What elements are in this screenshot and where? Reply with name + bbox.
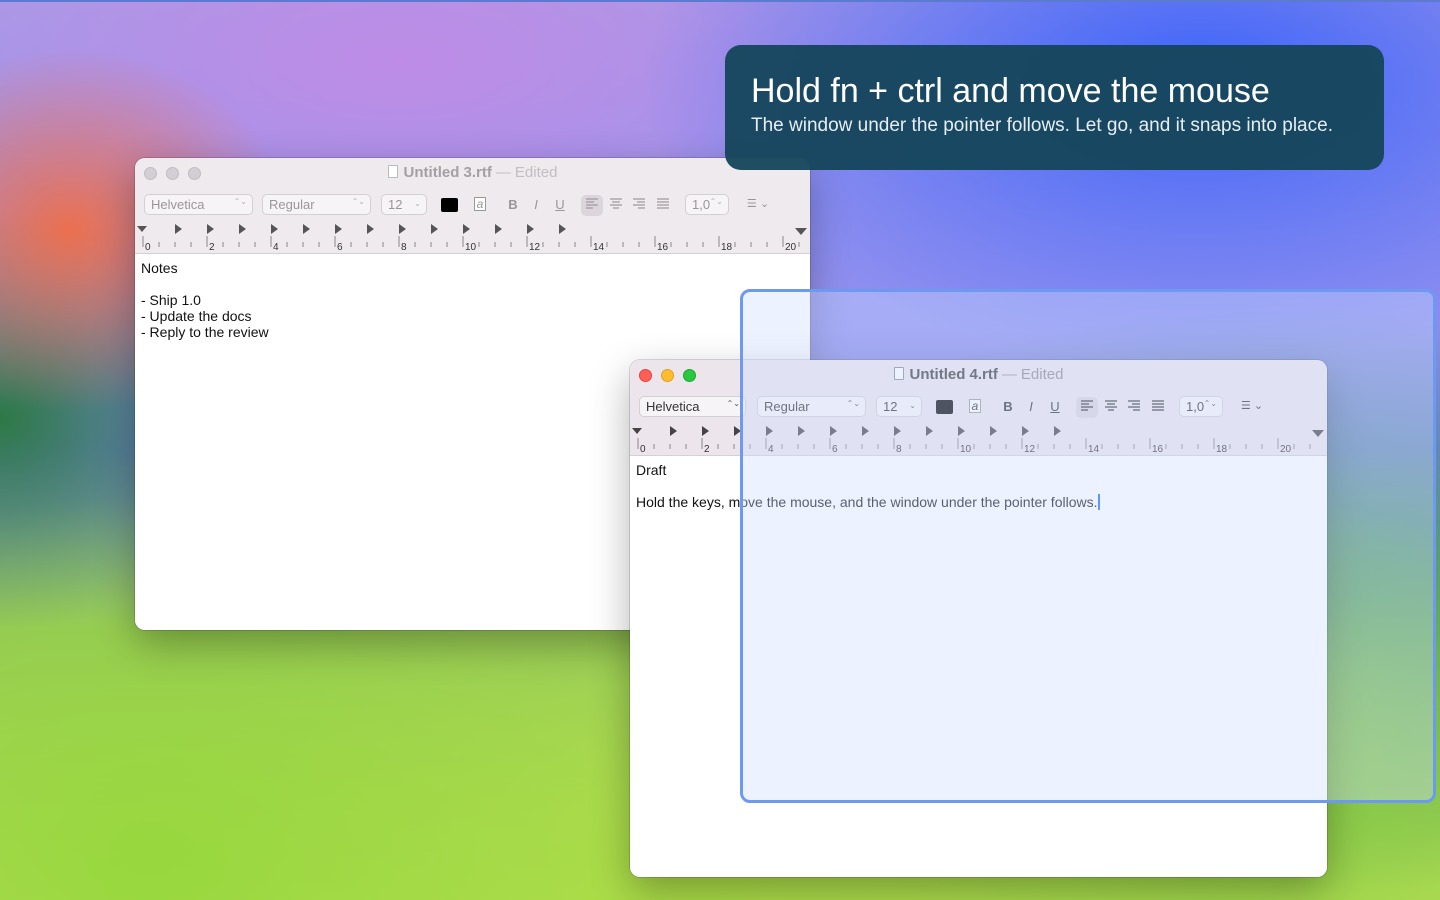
- chevron-down-icon: ⌄: [759, 198, 770, 210]
- line-spacing-popup[interactable]: 1,0 ⌃⌄: [685, 194, 729, 215]
- popup-arrows-icon: ⌃⌄: [726, 399, 740, 408]
- ruler-label: 0: [145, 242, 151, 253]
- ruler-label: 0: [640, 444, 646, 455]
- font-size-combo[interactable]: 12 ⌄: [381, 194, 427, 215]
- tab-stop-marker[interactable]: [207, 224, 214, 234]
- tab-stop-marker[interactable]: [367, 224, 374, 234]
- text-color-well[interactable]: [441, 198, 458, 212]
- font-style-value: Regular: [269, 197, 315, 212]
- ruler-label: 14: [593, 242, 605, 253]
- window-titlebar[interactable]: Untitled 3.rtf — Edited Helvetica ⌃⌄ Regula…: [135, 158, 810, 254]
- tab-stop-marker[interactable]: [495, 224, 502, 234]
- right-indent-marker[interactable]: [795, 228, 807, 235]
- font-family-popup[interactable]: Helvetica ⌃⌄: [639, 396, 746, 417]
- tab-stop-marker[interactable]: [303, 224, 310, 234]
- ruler-label: 6: [337, 242, 343, 253]
- ruler-scale: 0 2 4 6 8 10 12 14 16 18 20: [135, 224, 810, 254]
- align-left-button[interactable]: [581, 195, 603, 216]
- window-title: Untitled 3.rtf — Edited: [135, 164, 810, 181]
- tab-stop-marker[interactable]: [670, 426, 677, 436]
- tab-stop-marker[interactable]: [559, 224, 566, 234]
- text-line: Notes: [141, 260, 178, 276]
- chevron-down-icon: ⌄: [414, 199, 421, 208]
- font-style-popup[interactable]: Regular ⌃⌄: [262, 194, 371, 215]
- list-format-button[interactable]: ☰ ⌄: [741, 195, 775, 216]
- font-size-value: 12: [388, 197, 403, 212]
- ruler-label: 8: [401, 242, 407, 253]
- hint-card: Hold fn + ctrl and move the mouse The wi…: [725, 45, 1384, 170]
- popup-arrows-icon: ⌃⌄: [351, 197, 365, 206]
- tab-stop-marker[interactable]: [335, 224, 342, 234]
- format-toolbar: Helvetica ⌃⌄ Regular ⌃⌄ 12 ⌄ a B I U 1,0 ⌃⌄ …: [135, 194, 810, 216]
- font-family-popup[interactable]: Helvetica ⌃⌄: [144, 194, 253, 215]
- align-left-icon: [586, 198, 598, 209]
- popup-arrows-icon: ⌃⌄: [233, 197, 247, 206]
- text-line: - Reply to the review: [141, 324, 269, 340]
- tab-stop-marker[interactable]: [399, 224, 406, 234]
- list-icon: ☰: [746, 198, 757, 210]
- tab-stop-marker[interactable]: [175, 224, 182, 234]
- align-center-button[interactable]: [605, 195, 627, 216]
- text-line: - Ship 1.0: [141, 292, 201, 308]
- align-center-icon: [610, 198, 622, 209]
- italic-button[interactable]: I: [525, 195, 547, 216]
- menu-bar-edge: [0, 0, 1440, 2]
- ruler-label: 18: [721, 242, 733, 253]
- document-icon: [387, 165, 398, 178]
- hint-subtitle: The window under the pointer follows. Le…: [751, 115, 1333, 136]
- justify-button[interactable]: [652, 195, 674, 216]
- tab-stop-marker[interactable]: [702, 426, 709, 436]
- ruler-label: 4: [273, 242, 279, 253]
- text-line: [141, 276, 804, 292]
- align-right-button[interactable]: [628, 195, 650, 216]
- ruler-label: 2: [704, 444, 710, 455]
- left-indent-marker[interactable]: [632, 428, 642, 434]
- font-family-value: Helvetica: [646, 399, 700, 414]
- tab-stop-marker[interactable]: [527, 224, 534, 234]
- left-indent-marker[interactable]: [137, 226, 147, 232]
- popup-arrows-icon: ⌃⌄: [709, 197, 723, 206]
- edited-status: Edited: [514, 164, 558, 181]
- text-line: - Update the docs: [141, 308, 252, 324]
- tab-stop-marker[interactable]: [271, 224, 278, 234]
- ruler-label: 16: [657, 242, 669, 253]
- highlight-color-icon[interactable]: a: [469, 195, 491, 216]
- snap-target-preview: [740, 289, 1436, 803]
- tab-stop-marker[interactable]: [431, 224, 438, 234]
- ruler-label: 20: [785, 242, 797, 253]
- line-spacing-value: 1,0: [692, 197, 711, 212]
- highlight-glyph: a: [473, 197, 487, 211]
- title-separator: —: [495, 164, 511, 181]
- hint-title: Hold fn + ctrl and move the mouse: [751, 72, 1270, 110]
- underline-button[interactable]: U: [549, 195, 571, 216]
- ruler-label: 10: [465, 242, 477, 253]
- justify-icon: [657, 198, 669, 209]
- ruler[interactable]: 0 2 4 6 8 10 12 14 16 18 20: [135, 220, 810, 254]
- tab-stop-marker[interactable]: [239, 224, 246, 234]
- ruler-label: 2: [209, 242, 215, 253]
- bold-button[interactable]: B: [502, 195, 524, 216]
- tab-stop-marker[interactable]: [463, 224, 470, 234]
- ruler-label: 12: [529, 242, 541, 253]
- align-right-icon: [633, 198, 645, 209]
- window-title-text: Untitled 3.rtf: [403, 164, 492, 181]
- font-family-value: Helvetica: [151, 197, 205, 212]
